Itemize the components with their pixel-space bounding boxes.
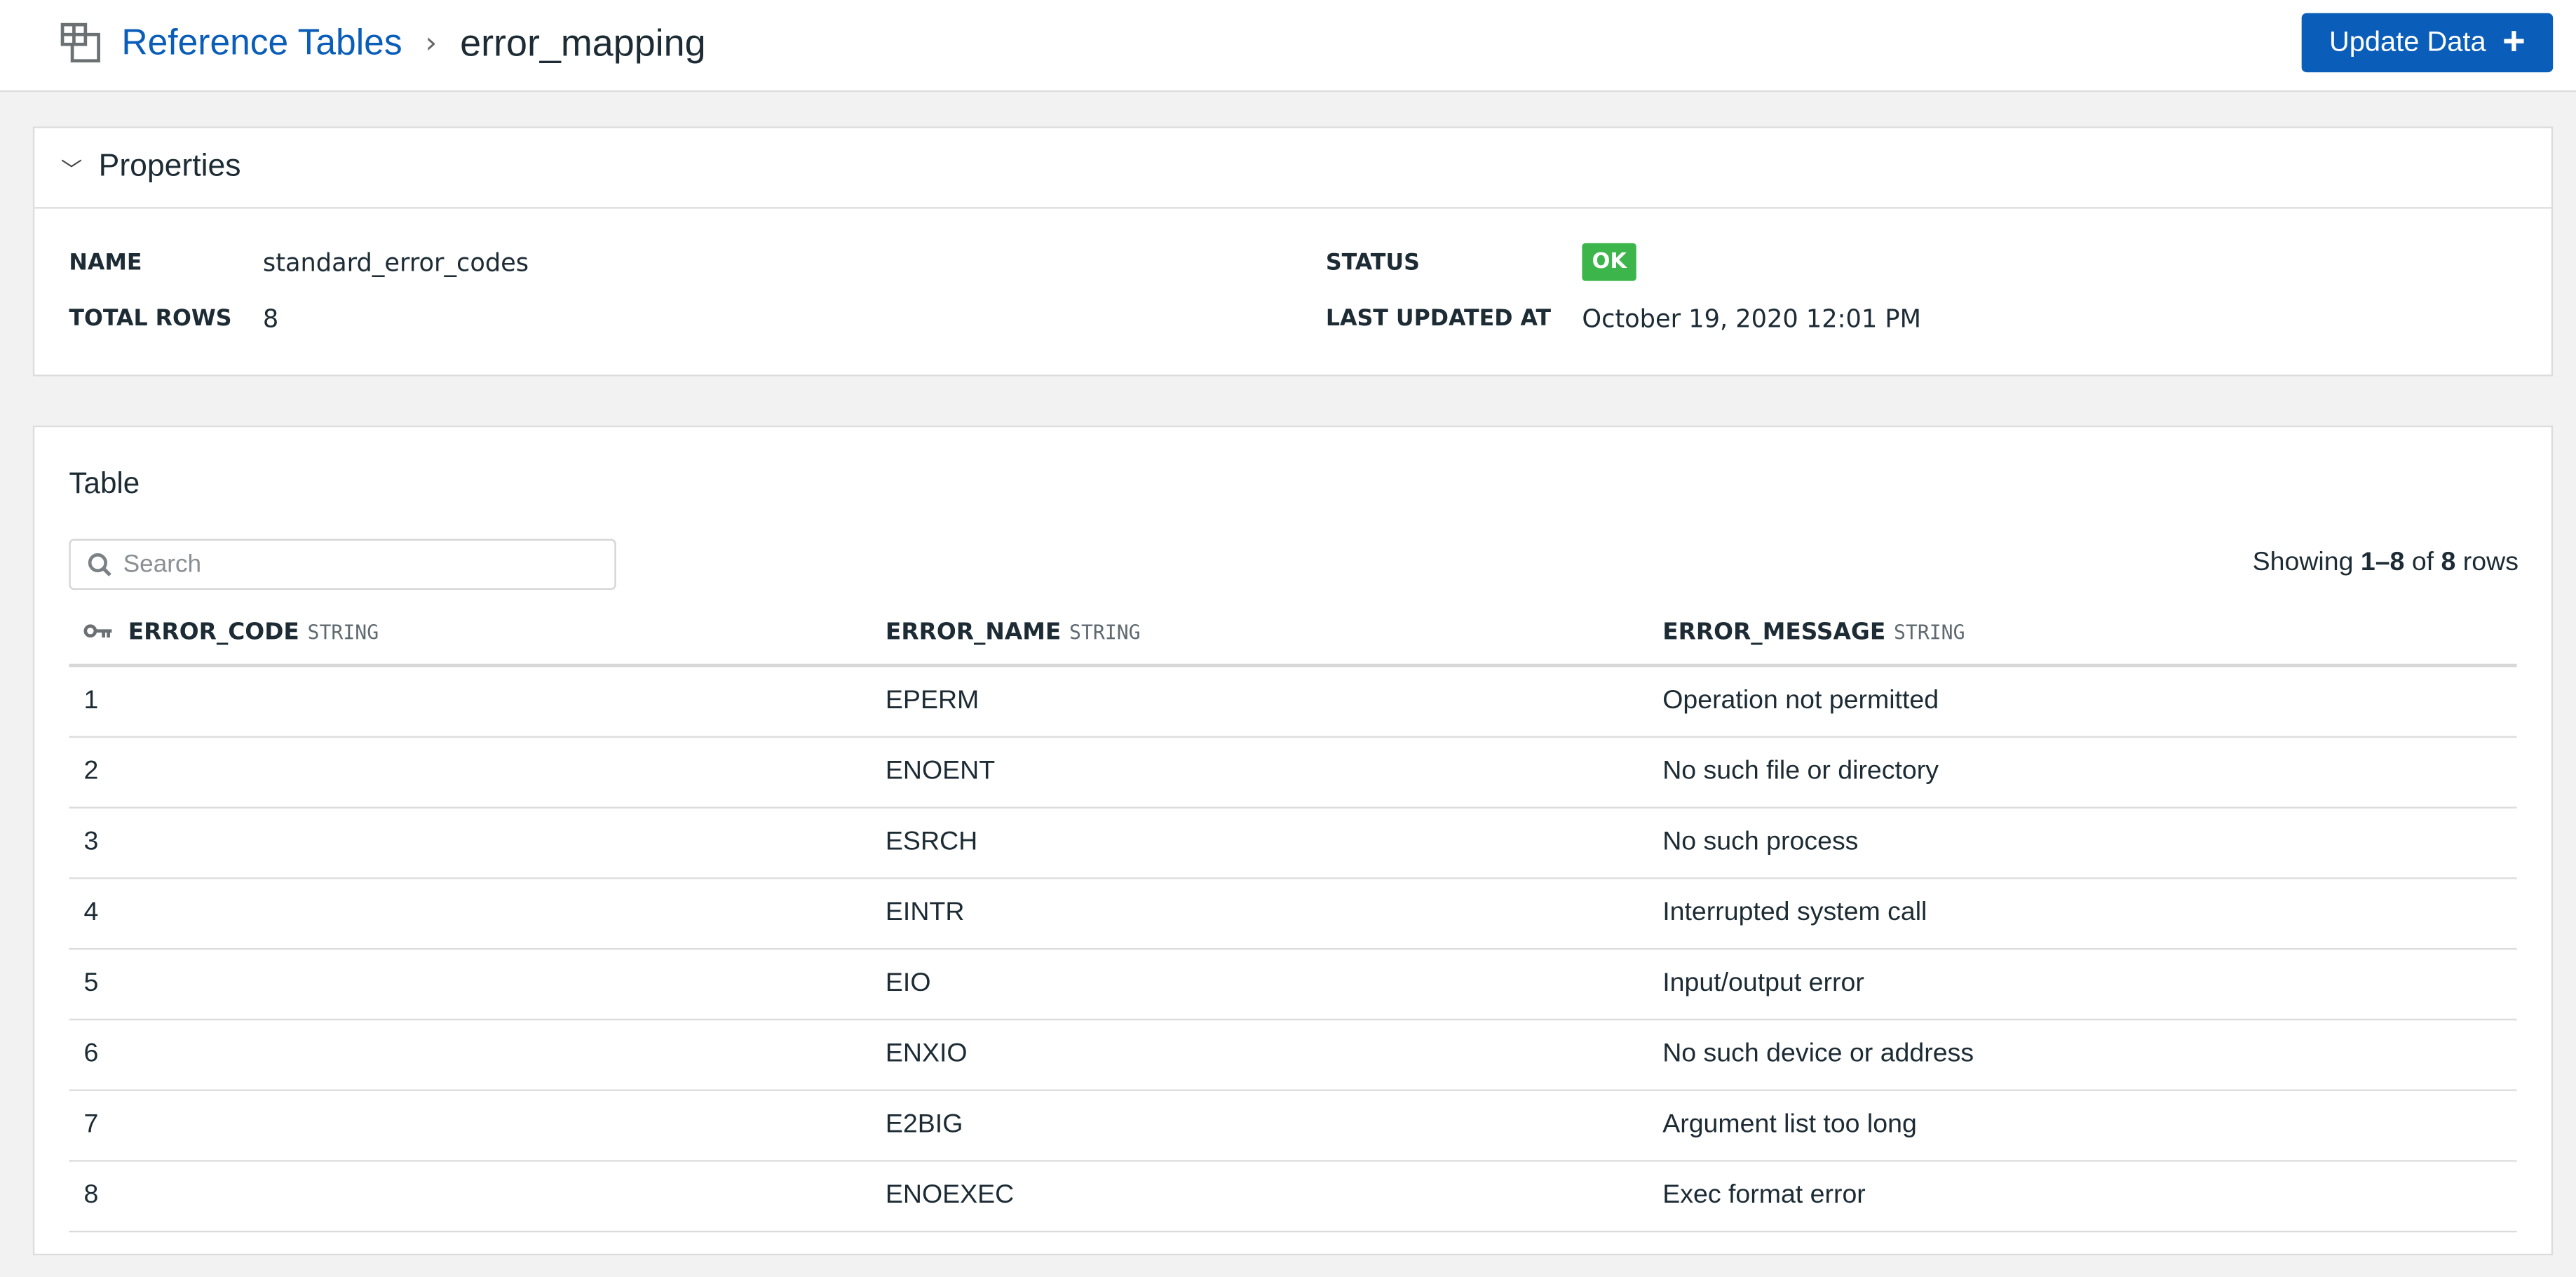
table-panel: Table Search Showing 1–8 of 8 rows ERROR… <box>32 425 2554 1256</box>
name-label: NAME <box>69 250 142 276</box>
table-cell: 3 <box>83 827 99 856</box>
total-rows-label: TOTAL ROWS <box>69 305 232 332</box>
row-count: Showing 1–8 of 8 rows <box>2253 549 2519 579</box>
table-cell: No such process <box>1662 827 1859 856</box>
table-cell: Interrupted system call <box>1662 898 1927 927</box>
table-cell: No such file or directory <box>1662 757 1939 786</box>
showing-total: 8 <box>2441 548 2456 577</box>
column-name: ERROR_MESSAGE <box>1662 619 1886 646</box>
table-cell: EIO <box>885 969 931 998</box>
breadcrumb-reference-tables[interactable]: Reference Tables <box>121 21 402 64</box>
update-data-label: Update Data <box>2328 26 2486 58</box>
last-updated-value: October 19, 2020 12:01 PM <box>1582 304 1921 334</box>
name-value: standard_error_codes <box>262 248 529 278</box>
table-cell: 5 <box>83 969 99 998</box>
table-cell: 1 <box>83 687 99 715</box>
search-input[interactable]: Search <box>69 539 616 590</box>
table-cell: E2BIG <box>885 1110 963 1139</box>
column-header-error-name[interactable]: ERROR_NAME STRING <box>886 618 1662 647</box>
table-cell: 4 <box>83 898 99 927</box>
table-cell: ENOENT <box>885 757 996 786</box>
table-row[interactable]: 2 ENOENT No such file or directory <box>69 738 2517 809</box>
table-cell: Operation not permitted <box>1662 687 1939 715</box>
table-row[interactable]: 7 E2BIG Argument list too long <box>69 1091 2517 1162</box>
key-icon <box>83 624 112 638</box>
properties-panel: ﹀ Properties NAME standard_error_codes TOT… <box>32 126 2554 377</box>
table-cell: 8 <box>83 1181 99 1210</box>
column-type: STRING <box>1893 621 1965 644</box>
column-header-error-message[interactable]: ERROR_MESSAGE STRING <box>1662 618 2516 647</box>
chevron-down-icon: ﹀ <box>60 156 83 182</box>
table-cell: Argument list too long <box>1662 1110 1917 1139</box>
properties-toggle[interactable]: ﹀ Properties <box>34 128 2551 209</box>
showing-mid: of <box>2404 548 2441 577</box>
status-badge: OK <box>1582 243 1637 281</box>
page-title: error_mapping <box>460 20 706 64</box>
data-table: ERROR_CODE STRING ERROR_NAME STRING ERROR_… <box>69 602 2517 1233</box>
table-cell: EINTR <box>885 898 965 927</box>
column-type: STRING <box>307 621 379 644</box>
table-cell: Input/output error <box>1662 969 1864 998</box>
last-updated-label: LAST UPDATED AT <box>1325 305 1552 332</box>
update-data-button[interactable]: Update Data + <box>2301 13 2554 73</box>
column-name: ERROR_NAME <box>885 619 1062 646</box>
properties-title: Properties <box>98 149 241 184</box>
table-row[interactable]: 6 ENXIO No such device or address <box>69 1020 2517 1091</box>
table-cell: ENOEXEC <box>885 1181 1015 1210</box>
chevron-right-icon: › <box>425 25 438 60</box>
showing-range: 1–8 <box>2360 548 2405 577</box>
top-bar: Reference Tables › error_mapping Update … <box>0 0 2576 93</box>
table-row[interactable]: 8 ENOEXEC Exec format error <box>69 1162 2517 1233</box>
table-row[interactable]: 1 EPERM Operation not permitted <box>69 667 2517 738</box>
status-label: STATUS <box>1325 248 1420 276</box>
search-placeholder: Search <box>123 550 202 579</box>
table-header: ERROR_CODE STRING ERROR_NAME STRING ERROR_… <box>69 602 2517 668</box>
total-rows-value: 8 <box>262 304 279 334</box>
plus-icon: + <box>2502 20 2526 65</box>
table-cell: No such device or address <box>1662 1040 1974 1069</box>
table-cell: 7 <box>83 1110 99 1139</box>
table-cell: Exec format error <box>1662 1181 1866 1210</box>
table-cell: EPERM <box>885 687 979 715</box>
column-header-error-code[interactable]: ERROR_CODE STRING <box>69 619 886 646</box>
table-row[interactable]: 3 ESRCH No such process <box>69 809 2517 879</box>
table-cell: 2 <box>83 757 99 786</box>
table-title: Table <box>69 466 140 500</box>
showing-prefix: Showing <box>2252 548 2361 577</box>
table-cell: ENXIO <box>885 1040 968 1069</box>
table-cell: ESRCH <box>885 827 978 856</box>
search-icon <box>88 552 111 576</box>
table-cell: 6 <box>83 1040 99 1069</box>
breadcrumb: Reference Tables › error_mapping <box>59 16 706 69</box>
table-row[interactable]: 5 EIO Input/output error <box>69 950 2517 1021</box>
column-type: STRING <box>1069 621 1141 644</box>
column-name: ERROR_CODE <box>128 619 299 646</box>
reference-tables-icon <box>60 22 100 63</box>
showing-suffix: rows <box>2455 548 2519 577</box>
table-row[interactable]: 4 EINTR Interrupted system call <box>69 879 2517 950</box>
